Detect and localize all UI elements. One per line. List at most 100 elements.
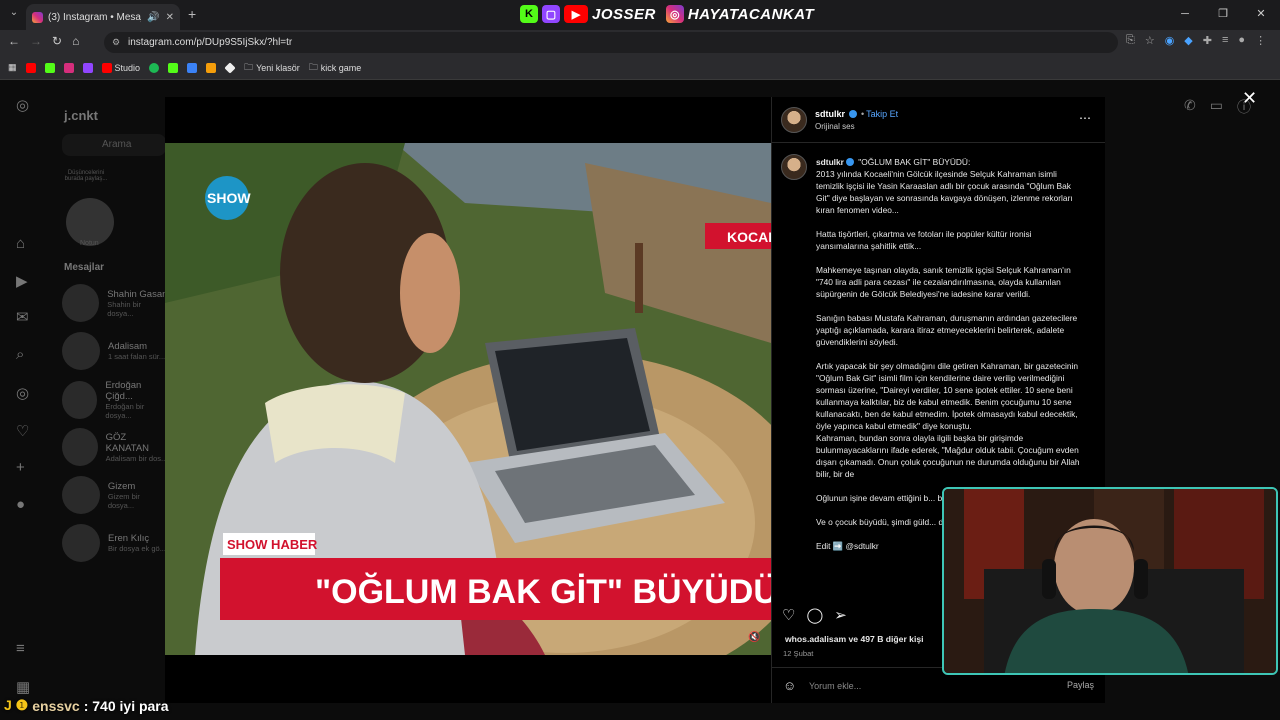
bookmark-kick-2[interactable] [168,62,179,73]
install-app-icon[interactable]: ⎘ [1126,34,1135,47]
bookmark-spotify[interactable] [149,62,160,73]
bookmark-kick[interactable] [44,62,55,73]
note-avatar[interactable] [66,198,114,246]
home-icon[interactable]: ⌂ [72,34,79,48]
author-avatar[interactable] [781,107,807,133]
thread-name: Erdoğan Çiğd... [105,380,142,402]
chat-text: : 740 iyi para [83,697,169,714]
new-tab-button[interactable]: + [188,6,196,22]
note-label: Notun [80,240,99,247]
profile-avatar[interactable]: ● [16,496,25,513]
bookmark-game[interactable] [206,62,217,73]
app-icon [187,62,198,73]
thread-name: GÖZ KANATAN [105,431,150,454]
video-headline: "OĞLUM BAK GİT" BÜYÜDÜ! [315,573,771,611]
bookmark-star-icon[interactable]: ☆ [1145,34,1155,47]
search-icon[interactable]: ⌕ [16,346,24,363]
bookmark-twitch[interactable] [82,62,93,73]
more-menu-icon[interactable]: ≡ [16,640,25,657]
thread-item[interactable]: Erdoğan Çiğd... Erdoğan bir dosya... [62,380,168,420]
chat-badge: J ❶ [4,697,29,713]
audio-label[interactable]: Orijinal ses [815,122,855,131]
like-heart-icon[interactable]: ♡ [782,606,795,624]
profile-avatar[interactable]: ● [1238,34,1245,47]
bookmark-label: kick game [320,62,362,73]
video-still: KOCAELİ SHOW SHOW HABER "OĞLUM BAK GİT" … [165,143,771,655]
more-options-icon[interactable]: ⋯ [1079,111,1091,125]
follow-button[interactable]: Takip Et [866,109,898,119]
avatar [62,381,98,419]
bookmark-app[interactable] [187,62,198,73]
streamer-name-2: HAYATACANKAT [687,5,815,23]
back-icon[interactable]: ← [8,34,20,48]
caption-paragraph: Artık yapacak bir şey olmadığını dile ge… [816,361,1080,479]
browser-menu-icon[interactable]: ⋮ [1255,34,1266,47]
search-input[interactable]: Arama [62,134,166,156]
share-send-icon[interactable]: ➢ [834,606,847,624]
tab-audio-icon[interactable]: 🔊 [147,12,159,23]
comment-input[interactable]: Yorum ekle... [809,681,861,691]
emoji-icon[interactable]: ☺ [783,678,796,693]
extensions-puzzle-icon[interactable]: ✚ [1203,34,1212,47]
home-icon[interactable]: ⌂ [16,235,25,252]
streamer-name-1: JOSSER [592,5,656,23]
video-frame[interactable]: KOCAELİ SHOW SHOW HABER "OĞLUM BAK GİT" … [165,143,771,655]
spotify-icon [149,62,160,73]
caption-paragraph: Mahkemeye taşınan olayda, sanık temizlik… [816,265,1071,299]
extension-2-icon[interactable]: ◆ [1184,34,1192,47]
bookmark-studio[interactable]: Studio [101,62,140,73]
bookmark-instagram[interactable] [63,62,74,73]
share-button[interactable]: Paylaş [1067,680,1094,690]
create-icon[interactable]: + [16,459,25,476]
forward-icon[interactable]: → [30,34,42,48]
bookmark-diamond[interactable] [224,61,236,74]
thread-item[interactable]: Eren Kılıç Bir dosya ek gö... [62,524,166,562]
window-close-icon[interactable]: ✕ [1242,0,1280,30]
maximize-icon[interactable]: ❐ [1204,0,1242,30]
close-modal-icon[interactable]: ✕ [1242,88,1257,109]
author-username[interactable]: sdtulkr [815,109,845,119]
thread-preview: Gizem bir dosya... [107,491,140,510]
account-username[interactable]: j.cnkt [64,108,98,123]
bookmark-folder-1[interactable]: 🗀 Yeni klasör [244,60,300,76]
likes-summary[interactable]: whos.adalisam ve 497 B diğer kişi [785,634,924,644]
bookmark-label: Yeni klasör [256,62,300,73]
phone-icon[interactable]: ✆ [1184,97,1196,117]
bookmark-youtube[interactable] [25,62,36,73]
mute-toggle-icon[interactable]: 🔇 [748,632,760,643]
explore-icon[interactable]: ◎ [16,384,29,402]
meta-apps-icon[interactable]: ▦ [16,678,30,696]
post-actions: ♡ ◯ ➢ [782,606,847,624]
instagram-logo-icon[interactable]: ◎ [16,96,29,114]
extension-1-icon[interactable]: ◉ [1165,34,1175,47]
video-call-icon[interactable]: ▭ [1210,97,1223,117]
comment-icon[interactable]: ◯ [806,606,823,624]
messages-panel: j.cnkt Arama Düşüncelerini burada paylaş… [48,80,168,720]
thread-name: Gizem [107,480,136,492]
notifications-heart-icon[interactable]: ♡ [16,422,29,440]
url-field[interactable]: ⚙ instagram.com/p/DUp9S5IjSkx/?hl=tr [104,32,1118,53]
reading-list-icon[interactable]: ≡ [1222,34,1228,47]
minimize-icon[interactable]: ─ [1166,0,1204,30]
reload-icon[interactable]: ↻ [52,34,62,48]
browser-tab-instagram[interactable]: (3) Instagram • Mesajlar 🔊 ✕ [26,4,180,30]
messages-heading: Mesajlar [64,262,105,273]
thread-item[interactable]: Gizem Gizem bir dosya... [62,476,168,514]
thread-name: Adalisam [108,341,148,352]
thread-preview: Adalisam bir dos... [105,453,168,463]
thread-item[interactable]: GÖZ KANATAN Adalisam bir dos... [62,428,168,466]
thread-preview: 1 saat falan sür... [108,352,166,361]
messages-icon[interactable]: ✉ [16,308,29,326]
caption-author[interactable]: sdtulkr [816,157,844,167]
note-bubble[interactable]: Düşüncelerini burada paylaş... [60,170,112,182]
caption-author-avatar[interactable] [781,154,807,180]
bookmark-folder-2[interactable]: 🗀 kick game [309,60,362,76]
apps-grid-icon[interactable]: ▦ [8,62,17,73]
chat-call-icons: ✆ ▭ ⓘ [1184,97,1251,117]
tab-close-icon[interactable]: ✕ [166,12,174,23]
reels-icon[interactable]: ▶ [16,272,28,290]
tab-search-chevron-icon[interactable]: ⌄ [6,7,22,23]
thread-item[interactable]: Adalisam 1 saat falan sür... [62,332,165,370]
site-info-icon[interactable]: ⚙ [112,32,120,53]
thread-item[interactable]: Shahin Gasan Shahin bir dosya... [62,284,168,322]
